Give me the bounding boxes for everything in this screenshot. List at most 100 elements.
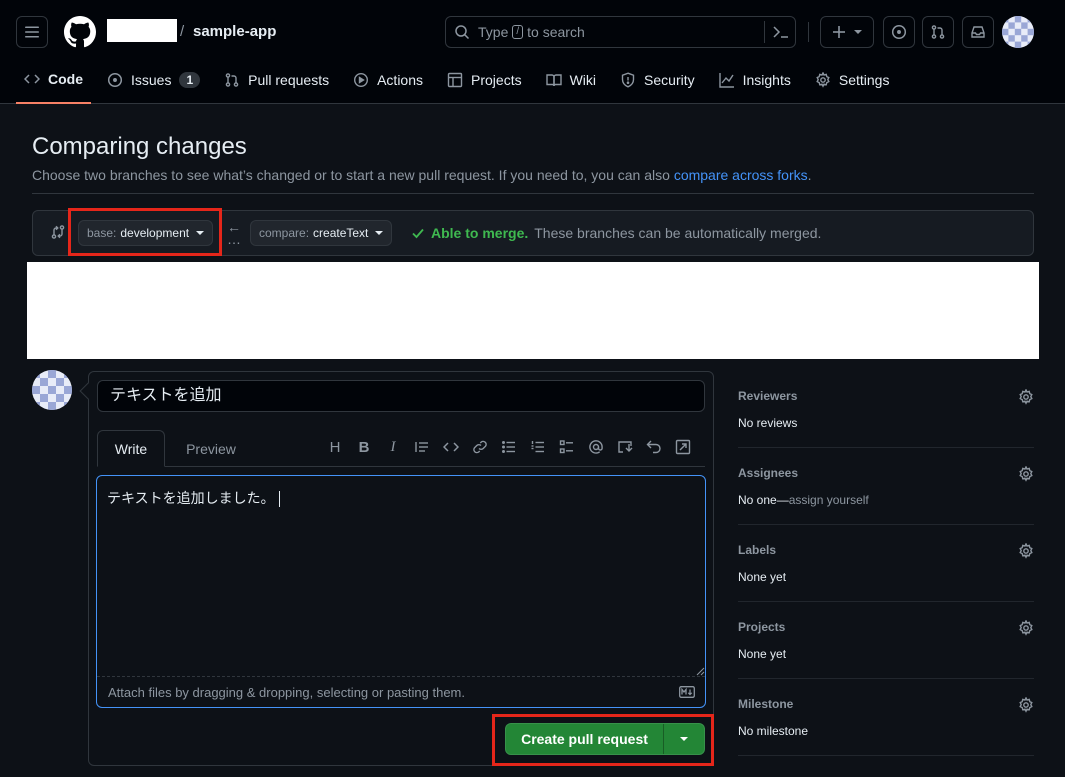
gear-icon[interactable] [1018, 697, 1034, 713]
gear-icon[interactable] [1018, 466, 1034, 482]
gear-icon[interactable] [1018, 620, 1034, 636]
search-shortcut-key: / [512, 25, 524, 39]
assignees-heading[interactable]: Assignees [738, 466, 1034, 480]
link-icon[interactable] [472, 438, 488, 456]
compare-across-forks-link[interactable]: compare across forks [674, 167, 808, 183]
search-placeholder-prefix: Type [478, 24, 509, 40]
assign-yourself-link[interactable]: assign yourself [789, 493, 869, 507]
base-branch-highlight [68, 208, 222, 256]
heading-button[interactable]: H [327, 438, 343, 456]
tab-issues[interactable]: Issues 1 [99, 60, 208, 100]
pull-requests-button[interactable] [922, 16, 954, 48]
markdown-toolbar: H B I [327, 438, 691, 456]
owner-redaction [107, 19, 177, 42]
resize-handle-icon[interactable] [695, 666, 705, 676]
gear-icon [816, 72, 830, 88]
check-icon [412, 228, 424, 239]
tab-actions[interactable]: Actions [345, 60, 431, 100]
tab-write[interactable]: Write [97, 430, 165, 467]
pull-request-icon [931, 25, 945, 39]
code-icon [24, 74, 40, 84]
tab-label: Wiki [569, 72, 597, 88]
redacted-area [27, 262, 1039, 359]
pr-body-text: テキストを追加しました。 [107, 488, 280, 508]
sidebar-reviewers: Reviewers No reviews [738, 389, 1034, 430]
sidebar-labels: Labels None yet [738, 543, 1034, 584]
command-palette-icon[interactable] [772, 24, 790, 40]
issue-icon [891, 24, 907, 40]
tab-projects[interactable]: Projects [439, 60, 530, 100]
chevron-down-icon [854, 30, 862, 34]
tab-insights[interactable]: Insights [711, 60, 799, 100]
assignees-value: No one—assign yourself [738, 493, 1034, 507]
tab-settings[interactable]: Settings [807, 60, 898, 100]
attach-files-hint[interactable]: Attach files by dragging & dropping, sel… [108, 685, 465, 700]
tab-label: Settings [838, 72, 890, 88]
menu-button[interactable] [16, 16, 48, 48]
inbox-icon [971, 26, 985, 38]
fullscreen-icon[interactable] [675, 438, 691, 456]
github-logo-icon[interactable] [64, 16, 96, 48]
bold-button[interactable]: B [356, 438, 372, 456]
table-icon [447, 72, 463, 88]
page-subtitle: Choose two branches to see what’s change… [32, 167, 812, 183]
repo-name-link[interactable]: sample-app [193, 23, 276, 40]
compare-arrows-icon [51, 225, 65, 239]
attach-divider [97, 676, 705, 677]
compare-branch-select[interactable]: compare: createText [250, 220, 393, 246]
tab-pull-requests[interactable]: Pull requests [216, 60, 337, 100]
pr-body-textarea[interactable]: テキストを追加しました。 Attach files by dragging & … [96, 475, 706, 708]
subtitle-end: . [807, 167, 812, 183]
tab-label: Actions [377, 72, 424, 88]
code-icon[interactable] [443, 438, 459, 456]
sidebar-divider [738, 678, 1034, 679]
projects-value: None yet [738, 647, 787, 661]
tab-wiki[interactable]: Wiki [538, 60, 604, 100]
markdown-icon [679, 686, 695, 698]
chevron-down-icon [375, 231, 384, 235]
unordered-list-icon[interactable] [501, 438, 517, 456]
italic-button[interactable]: I [385, 438, 401, 456]
milestone-heading[interactable]: Milestone [738, 697, 1034, 711]
tab-preview[interactable]: Preview [172, 430, 250, 467]
reviewers-heading[interactable]: Reviewers [738, 389, 1034, 403]
repo-nav-tabs: Code Issues 1 Pull requests Actions Proj… [16, 60, 905, 104]
task-list-icon[interactable] [559, 438, 575, 456]
issues-count-badge: 1 [179, 72, 201, 88]
tab-label: Pull requests [248, 72, 330, 88]
gear-icon[interactable] [1018, 543, 1034, 559]
issues-button[interactable] [883, 16, 915, 48]
compare-prefix: compare: [259, 226, 310, 240]
undo-icon[interactable] [646, 438, 662, 456]
pr-title-input[interactable]: テキストを追加 [97, 380, 705, 412]
labels-heading[interactable]: Labels [738, 543, 1034, 557]
left-arrow-icon: ←… [227, 219, 241, 247]
tab-label: Projects [471, 72, 522, 88]
subtitle-text: Choose two branches to see what’s change… [32, 167, 670, 183]
book-icon [545, 74, 562, 87]
ordered-list-icon[interactable] [530, 438, 546, 456]
sidebar-divider [738, 524, 1034, 525]
projects-heading[interactable]: Projects [738, 620, 1034, 634]
sidebar-milestone: Milestone No milestone [738, 697, 1034, 738]
tab-code[interactable]: Code [16, 60, 91, 104]
sidebar-divider [738, 755, 1034, 756]
inbox-button[interactable] [962, 16, 994, 48]
gear-icon[interactable] [1018, 389, 1034, 405]
play-icon [354, 72, 369, 88]
reference-icon[interactable] [617, 438, 633, 456]
pull-request-icon [225, 73, 239, 87]
mention-icon[interactable] [588, 438, 604, 456]
quote-icon[interactable] [414, 438, 430, 456]
sidebar-projects: Projects None yet [738, 620, 1034, 661]
search-icon [455, 25, 470, 40]
graph-icon [718, 73, 734, 88]
search-input[interactable]: Type / to search [445, 16, 796, 48]
user-avatar[interactable] [1002, 16, 1034, 48]
sidebar-divider [738, 601, 1034, 602]
compare-branch-name: createText [313, 226, 369, 240]
plus-icon [833, 26, 845, 38]
merge-message: These branches can be automatically merg… [534, 225, 822, 241]
tab-security[interactable]: Security [612, 60, 703, 100]
create-new-button[interactable] [820, 16, 874, 48]
